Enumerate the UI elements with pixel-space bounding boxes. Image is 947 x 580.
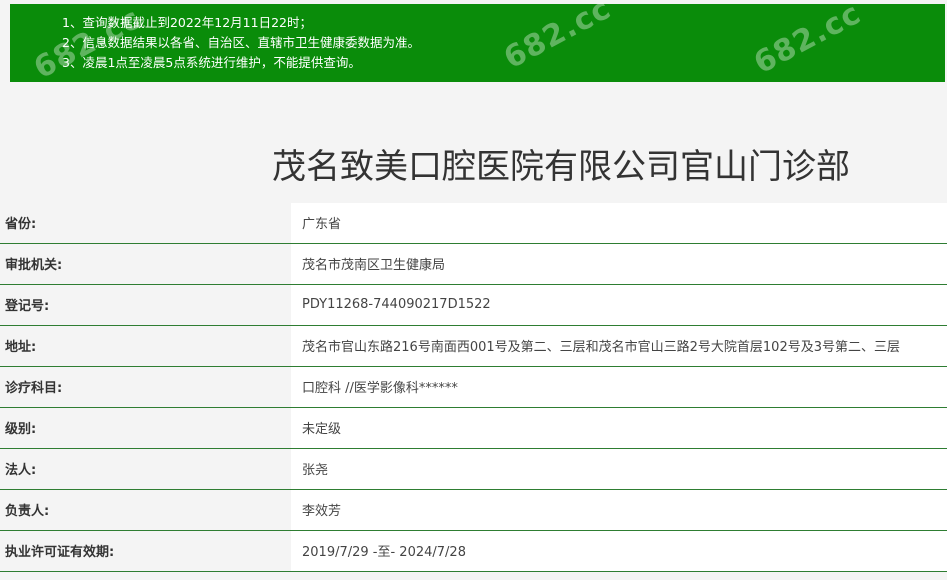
field-value: 李效芳 [291, 489, 947, 531]
hospital-name-title: 茂名致美口腔医院有限公司官山门诊部 [272, 146, 850, 187]
table-row-address: 地址: 茂名市官山东路216号南面西001号及第二、三层和茂名市官山三路2号大院… [0, 325, 947, 367]
field-label: 法人: [0, 448, 291, 490]
table-row-approval-authority: 审批机关: 茂名市茂南区卫生健康局 [0, 243, 947, 285]
field-value: 广东省 [291, 203, 947, 244]
field-value: 张尧 [291, 448, 947, 490]
field-label: 省份: [0, 203, 291, 244]
table-row-registration-number: 登记号: PDY11268-744090217D1522 [0, 284, 947, 326]
field-label: 执业许可证有效期: [0, 530, 291, 572]
field-label: 登记号: [0, 284, 291, 326]
notice-banner: 1、查询数据截止到2022年12月11日22时； 2、信息数据结果以各省、自治区… [10, 0, 945, 86]
notice-line-1: 1、查询数据截止到2022年12月11日22时； [62, 15, 312, 30]
table-row-legal-person: 法人: 张尧 [0, 448, 947, 490]
field-value: 茂名市茂南区卫生健康局 [291, 243, 947, 285]
field-label: 级别: [0, 407, 291, 449]
table-row-departments: 诊疗科目: 口腔科 //医学影像科****** [0, 366, 947, 408]
field-value: 口腔科 //医学影像科****** [291, 366, 947, 408]
field-value: 茂名市官山东路216号南面西001号及第二、三层和茂名市官山三路2号大院首层10… [291, 325, 947, 367]
field-value: PDY11268-744090217D1522 [291, 284, 947, 326]
table-row-province: 省份: 广东省 [0, 203, 947, 244]
field-label: 诊疗科目: [0, 366, 291, 408]
notice-line-2: 2、信息数据结果以各省、自治区、直辖市卫生健康委数据为准。 [62, 35, 420, 50]
table-row-person-in-charge: 负责人: 李效芳 [0, 489, 947, 531]
table-row-license-validity: 执业许可证有效期: 2019/7/29 -至- 2024/7/28 [0, 530, 947, 572]
field-value: 未定级 [291, 407, 947, 449]
field-value: 2019/7/29 -至- 2024/7/28 [291, 530, 947, 572]
field-label: 审批机关: [0, 243, 291, 285]
notice-line-3: 3、凌晨1点至凌晨5点系统进行维护，不能提供查询。 [62, 55, 361, 70]
hospital-info-table: 省份: 广东省 审批机关: 茂名市茂南区卫生健康局 登记号: PDY11268-… [0, 203, 947, 572]
field-label: 负责人: [0, 489, 291, 531]
table-row-level: 级别: 未定级 [0, 407, 947, 449]
field-label: 地址: [0, 325, 291, 367]
